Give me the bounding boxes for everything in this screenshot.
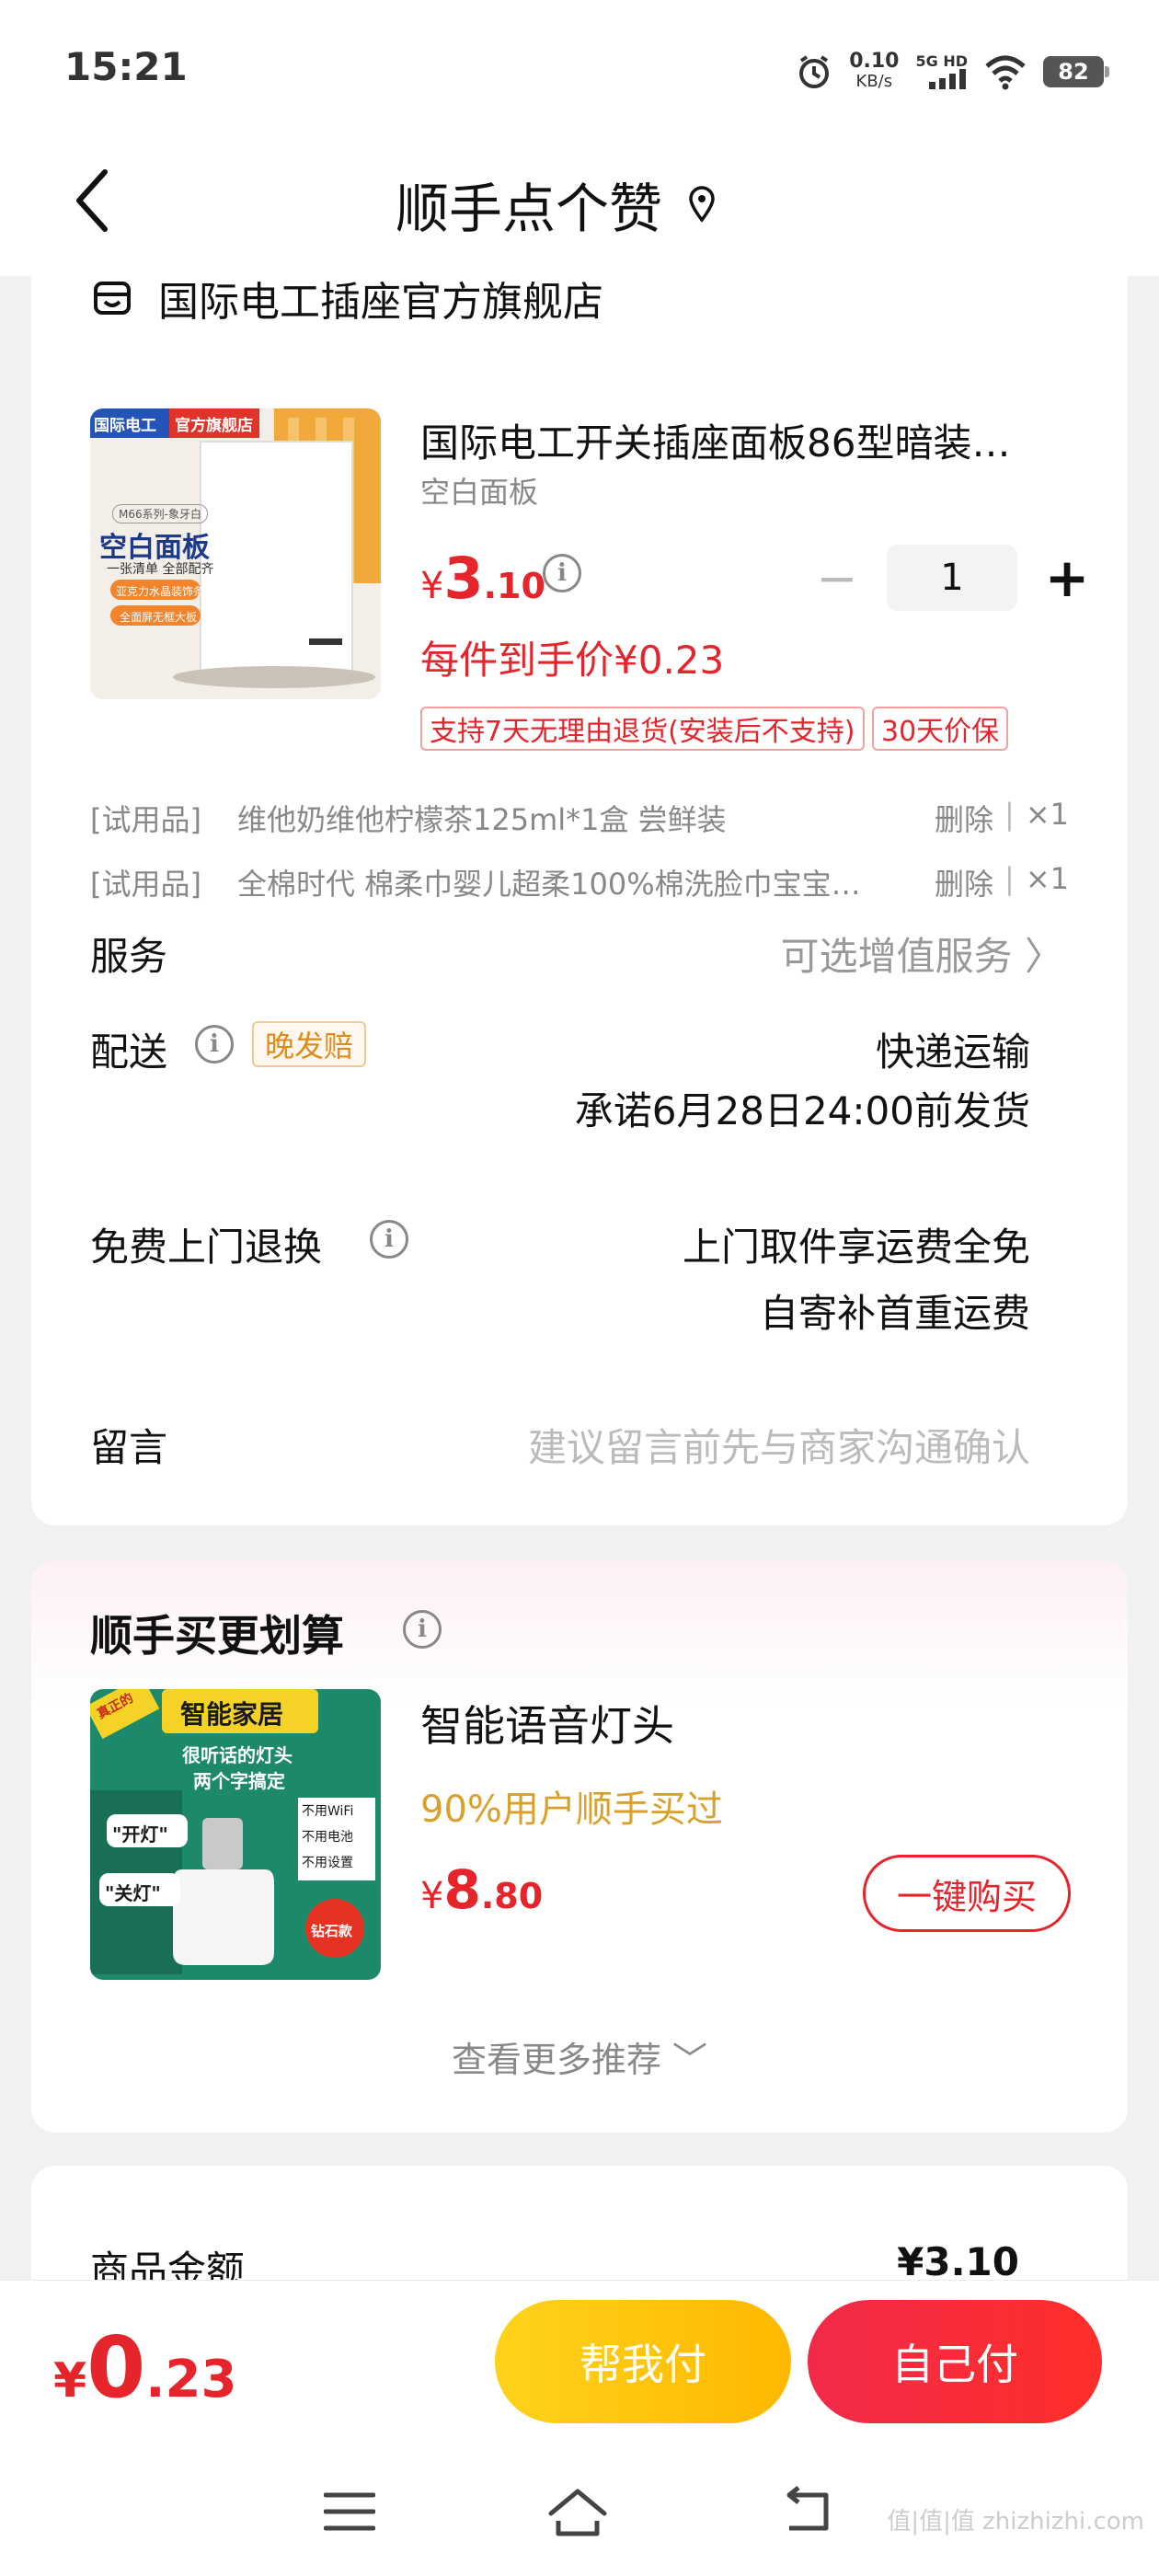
pay-myself-button[interactable]: 自己付 [808,2300,1102,2423]
location-pin-icon[interactable] [688,186,716,223]
watermark: 值|值|值 zhizhizhi.com [887,2508,1144,2536]
image-banner: 智能家居 [180,1699,284,1730]
image-line2: 两个字搞定 [193,1770,285,1792]
back-button[interactable] [55,164,129,237]
upsell-info-icon[interactable]: i [403,1610,442,1649]
return-service-line2: 自寄补首重运费 [759,1291,1030,1336]
return-service-line1: 上门取件享运费全免 [682,1225,1030,1270]
one-click-buy-button[interactable]: 一键购买 [863,1855,1071,1932]
menu-icon[interactable] [324,2490,376,2534]
image-brand: 国际电工 [94,417,156,435]
image-series: M66系列-象牙白 [112,504,208,523]
signal-icon: 5G HD [915,54,968,89]
total-price: ¥ 0 .23 [53,2318,237,2417]
gift-name: 全棉时代 棉柔巾婴儿超柔100%棉洗脸巾宝宝… [237,867,861,902]
product-image[interactable]: 国际电工 官方旗舰店 M66系列-象牙白 空白面板 一张清单 全部配齐 亚克力水… [90,408,381,699]
upsell-rate: 90%用户顺手买过 [420,1788,723,1831]
service-label: 服务 [90,934,168,979]
shop-name: 国际电工插座官方旗舰店 [158,279,603,326]
image-badge: 钻石款 [311,1923,353,1939]
gift-ops: 删除 | ×1 [935,797,1069,839]
page-title-group: 顺手点个赞 [396,167,716,241]
upsell-product-name[interactable]: 智能语音灯头 [420,1693,674,1754]
quantity-stepper: − 1 + [809,543,1095,613]
unit-price: 每件到手价¥0.23 [420,638,725,683]
price-protection-tag: 30天价保 [872,707,1009,751]
image-sub: 一张清单 全部配齐 [107,562,214,577]
delivery-method: 快递运输 [875,1029,1030,1075]
battery-indicator: 82 [1043,56,1109,87]
product-spec[interactable]: 空白面板 [420,469,538,512]
status-bar: 15:21 0.10 KB/s 5G HD 82 [0,0,1159,138]
image-badge2: 全面屏无框大板 [120,611,198,624]
back-nav-icon[interactable] [780,2486,835,2537]
wifi-icon [985,55,1026,90]
gift-qty: ×1 [1025,797,1069,832]
image-badge1: 亚克力水晶装饰条 [116,585,205,598]
gift-type: [试用品] [90,867,201,902]
increase-quantity-button[interactable]: + [1039,543,1095,613]
gift-type: [试用品] [90,802,201,837]
message-input[interactable]: 建议留言前先与商家沟通确认 [528,1417,1030,1473]
image-feature: 不用WiFi [302,1804,354,1819]
image-line1: 很听话的灯头 [182,1744,293,1766]
decrease-quantity-button[interactable]: − [809,543,865,613]
help-me-pay-button[interactable]: 帮我付 [495,2300,791,2423]
late-compensation-badge: 晚发赔 [252,1021,367,1067]
product-price: ¥ 3 .10 [420,545,545,612]
return-policy-tag: 支持7天无理由退货(安装后不支持) [420,707,865,751]
store-icon [94,282,131,315]
home-icon[interactable] [545,2486,610,2537]
image-on: "开灯" [112,1823,168,1846]
product-title[interactable]: 国际电工开关插座面板86型暗装… [420,412,1083,468]
image-feature: 不用电池 [302,1830,353,1845]
delivery-label: 配送 [90,1029,168,1075]
page-title: 顺手点个赞 [396,178,663,240]
more-recommendations-button[interactable]: 查看更多推荐 ﹀ [0,2031,1159,2082]
image-feature: 不用设置 [302,1856,353,1870]
quantity-input[interactable]: 1 [887,545,1017,611]
return-info-icon[interactable]: i [370,1220,408,1259]
return-service-label: 免费上门退换 [90,1225,323,1270]
summary-value: ¥3.10 [897,2239,1019,2284]
header: 顺手点个赞 [0,138,1159,276]
upsell-product-image[interactable]: 智能家居 很听话的灯头 两个字搞定 "开灯" "关灯" 不用WiFi 不用电池 … [90,1689,381,1980]
chevron-left-icon [76,169,108,232]
message-label: 留言 [90,1425,168,1470]
upsell-price: ¥ 8 .80 [420,1858,544,1921]
gift-qty: ×1 [1025,861,1069,896]
image-store: 官方旗舰店 [175,417,253,435]
gift-ops: 删除 | ×1 [935,861,1069,903]
delivery-promise: 承诺6月28日24:00前发货 [574,1088,1030,1133]
alarm-icon [799,55,830,88]
gift-name: 维他奶维他柠檬茶125ml*1盒 尝鲜装 [237,802,727,837]
gift-delete-button[interactable]: 删除 [935,861,993,903]
status-icons: 0.10 KB/s 5G HD 82 [796,44,1109,99]
net-speed: 0.10 KB/s [849,50,900,92]
status-time: 15:21 [64,44,188,89]
delivery-info-icon[interactable]: i [195,1025,234,1064]
gift-delete-button[interactable]: 删除 [935,797,993,839]
image-off: "关灯" [105,1882,161,1904]
shop-row[interactable]: 国际电工插座官方旗舰店 [92,269,603,328]
price-info-icon[interactable]: i [543,554,581,592]
upsell-title: 顺手买更划算 [90,1611,344,1661]
service-value[interactable]: 可选增值服务 〉 [781,926,1063,982]
